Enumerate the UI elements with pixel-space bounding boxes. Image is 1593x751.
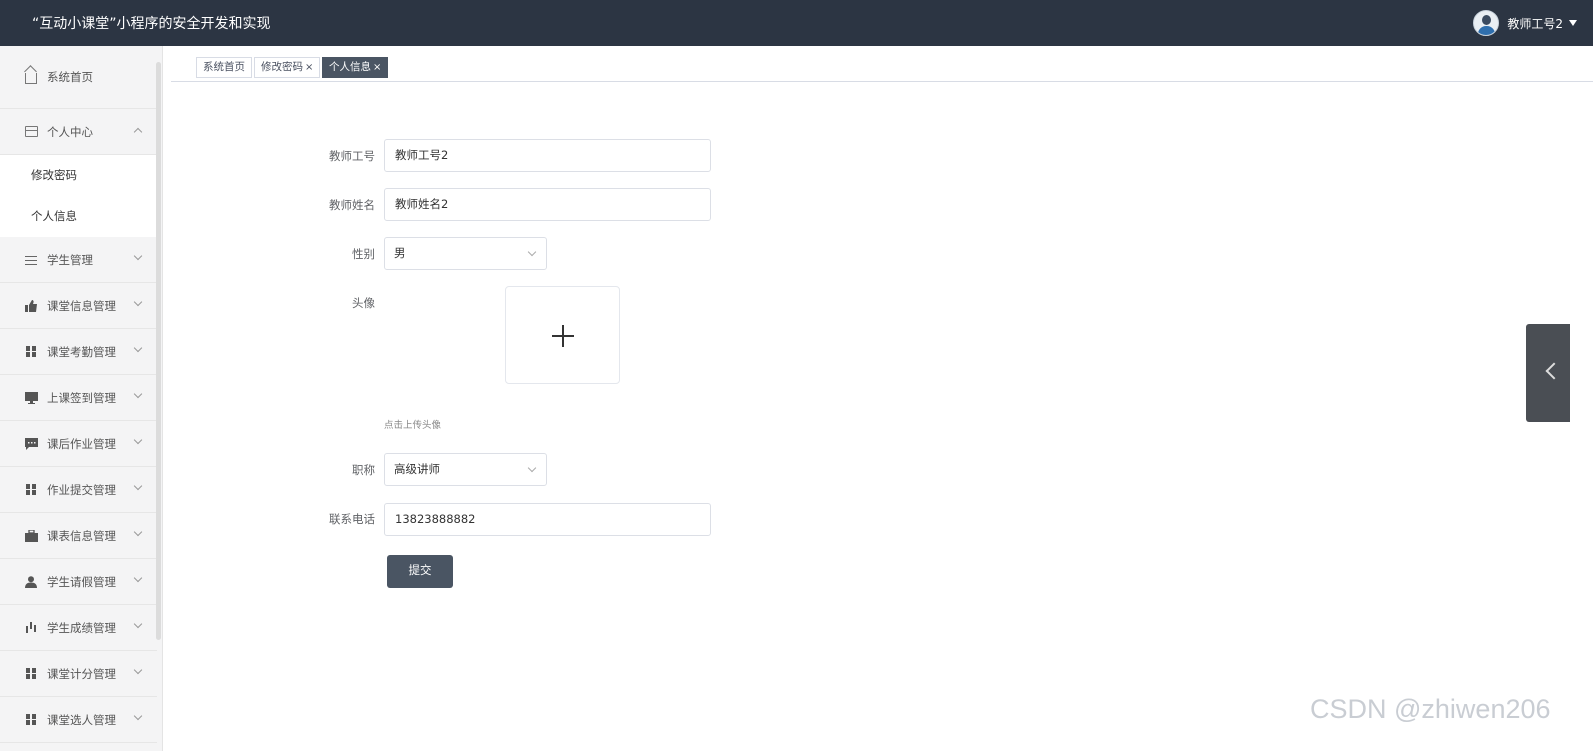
sidebar-item-label: 系统首页 — [47, 70, 93, 84]
chevron-down-icon — [133, 343, 143, 353]
person-icon — [24, 575, 38, 589]
title-value: 高级讲师 — [394, 462, 440, 476]
sidebar-item-label: 课堂信息管理 — [47, 298, 116, 313]
avatar-label: 头像 — [352, 296, 375, 310]
card-icon — [24, 125, 38, 139]
tab-personal-info[interactable]: 个人信息 × — [322, 57, 389, 78]
thumb-icon — [24, 299, 38, 313]
tab-label: 系统首页 — [203, 61, 245, 73]
teacher-id-input[interactable]: 教师工号2 — [384, 139, 711, 172]
sidebar-item-label: 个人中心 — [47, 124, 93, 139]
chevron-down-icon — [133, 573, 143, 583]
chevron-down-icon — [133, 389, 143, 399]
phone-input[interactable]: 13823888882 — [384, 503, 711, 536]
chevron-up-icon — [133, 127, 143, 137]
side-panel-toggle[interactable] — [1526, 324, 1570, 422]
sliders-icon — [24, 253, 38, 267]
chevron-down-icon — [133, 251, 143, 261]
chevron-down-icon — [133, 435, 143, 445]
user-menu[interactable]: 教师工号2 — [1473, 9, 1577, 37]
grid-icon — [24, 713, 38, 727]
grid-icon — [24, 667, 38, 681]
grid-icon — [24, 345, 38, 359]
teacher-name-input[interactable]: 教师姓名2 — [384, 188, 711, 221]
sidebar-item-label: 课堂考勤管理 — [47, 344, 116, 359]
sidebar-item-label: 学生请假管理 — [47, 574, 116, 589]
sidebar: 系统首页 个人中心 修改密码 个人信息 学生管理 课堂信息管理 课堂考勤管理 上… — [0, 46, 163, 751]
sidebar-item-class-info-mgmt[interactable]: 课堂信息管理 — [0, 283, 157, 329]
title-label: 职称 — [352, 463, 375, 477]
tab-label: 个人信息 — [329, 61, 371, 73]
tab-home[interactable]: 系统首页 — [196, 57, 252, 78]
sidebar-item-label: 课堂计分管理 — [47, 666, 116, 681]
upload-tip: 点击上传头像 — [384, 420, 442, 431]
chevron-down-icon — [133, 665, 143, 675]
submit-button[interactable]: 提交 — [387, 555, 453, 588]
user-name[interactable]: 教师工号2 — [1507, 15, 1563, 32]
sidebar-item-leave-mgmt[interactable]: 学生请假管理 — [0, 559, 157, 605]
grid-icon — [24, 483, 38, 497]
chevron-down-icon — [527, 247, 537, 257]
sidebar-item-scoring-mgmt[interactable]: 课堂计分管理 — [0, 651, 157, 697]
sidebar-item-label: 课表信息管理 — [47, 528, 116, 543]
chevron-down-icon — [133, 481, 143, 491]
chevron-down-icon — [133, 527, 143, 537]
chevron-down-icon — [133, 297, 143, 307]
sidebar-item-student-mgmt[interactable]: 学生管理 — [0, 237, 157, 283]
sidebar-item-timetable-mgmt[interactable]: 课表信息管理 — [0, 513, 157, 559]
teacher-name-label: 教师姓名 — [329, 198, 375, 212]
sidebar-item-label: 上课签到管理 — [47, 390, 116, 405]
sidebar-item-label: 学生成绩管理 — [47, 620, 116, 635]
sidebar-subitem-personal-info[interactable]: 个人信息 — [0, 196, 157, 237]
plus-icon — [552, 325, 574, 347]
sidebar-item-label: 学生管理 — [47, 252, 93, 267]
chevron-down-icon — [527, 463, 537, 473]
sidebar-item-grades-mgmt[interactable]: 学生成绩管理 — [0, 605, 157, 651]
tab-bar: 系统首页 修改密码 × 个人信息 × — [171, 46, 1593, 82]
close-icon[interactable]: × — [373, 62, 381, 73]
sidebar-item-label: 作业提交管理 — [47, 482, 116, 497]
top-bar: “互动小课堂”小程序的安全开发和实现 教师工号2 — [0, 0, 1593, 46]
gender-value: 男 — [394, 246, 406, 260]
watermark: CSDN @zhiwen206 — [1310, 694, 1551, 724]
sidebar-item-attendance-mgmt[interactable]: 课堂考勤管理 — [0, 329, 157, 375]
close-icon[interactable]: × — [305, 62, 313, 73]
sidebar-item-home[interactable]: 系统首页 — [0, 46, 157, 109]
user-avatar-icon[interactable] — [1473, 10, 1500, 36]
title-select[interactable]: 高级讲师 — [384, 453, 547, 486]
sidebar-item-homework-mgmt[interactable]: 课后作业管理 — [0, 421, 157, 467]
home-icon — [24, 70, 38, 84]
submenu-personal-center: 修改密码 个人信息 — [0, 155, 157, 237]
gender-label: 性别 — [352, 247, 375, 261]
chevron-down-icon — [133, 711, 143, 721]
sidebar-item-label: 课后作业管理 — [47, 436, 116, 451]
sidebar-subitem-change-password[interactable]: 修改密码 — [0, 155, 157, 196]
sidebar-item-submission-mgmt[interactable]: 作业提交管理 — [0, 467, 157, 513]
avatar-uploader[interactable] — [505, 286, 620, 384]
briefcase-icon — [24, 529, 38, 543]
bar-chart-icon — [24, 621, 38, 635]
sidebar-item-picker-mgmt[interactable]: 课堂选人管理 — [0, 697, 157, 743]
app-title: “互动小课堂”小程序的安全开发和实现 — [32, 16, 271, 32]
monitor-icon — [24, 391, 38, 405]
sidebar-item-personal-center[interactable]: 个人中心 — [0, 109, 157, 155]
chevron-left-icon — [1545, 362, 1563, 380]
caret-down-icon[interactable] — [1569, 20, 1577, 26]
sidebar-item-signin-mgmt[interactable]: 上课签到管理 — [0, 375, 157, 421]
gender-select[interactable]: 男 — [384, 237, 547, 270]
tab-label: 修改密码 — [261, 61, 303, 73]
phone-label: 联系电话 — [329, 512, 375, 526]
sidebar-scrollbar[interactable] — [156, 62, 161, 640]
chevron-down-icon — [133, 619, 143, 629]
teacher-id-label: 教师工号 — [329, 149, 375, 163]
sidebar-item-label: 课堂选人管理 — [47, 712, 116, 727]
chat-icon — [24, 437, 38, 451]
tab-change-password[interactable]: 修改密码 × — [254, 57, 321, 78]
